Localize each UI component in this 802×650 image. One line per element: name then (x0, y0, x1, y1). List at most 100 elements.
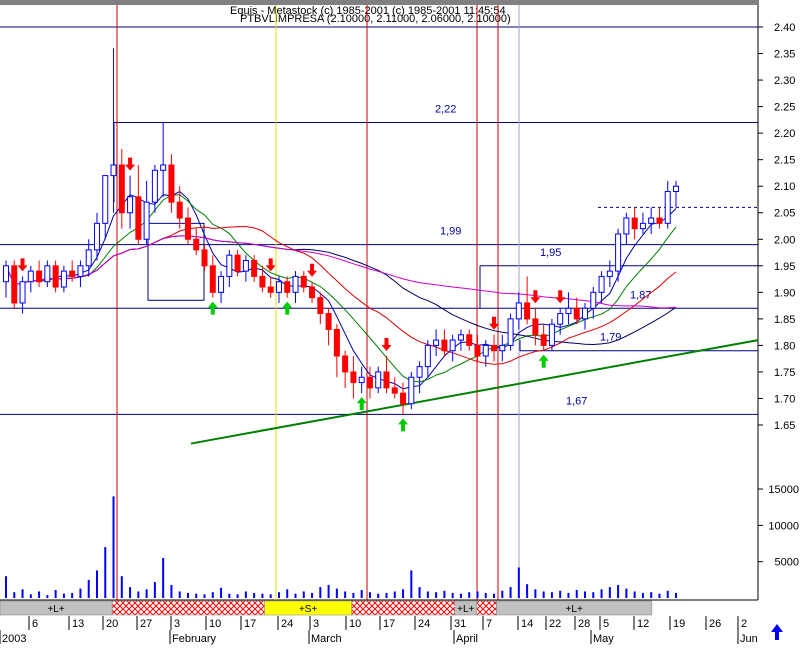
candle-body (573, 307, 580, 320)
level-label: 1,95 (540, 247, 561, 259)
candle-body (201, 249, 208, 267)
signal-band (476, 600, 497, 616)
month-label: March (311, 633, 342, 645)
y-tick-label: 2.40 (774, 22, 795, 34)
candle-body (383, 371, 390, 389)
x-tick-label: 2 (741, 618, 747, 630)
candle-body (515, 302, 522, 320)
level-label: 2,22 (435, 104, 456, 116)
candle-body (309, 286, 316, 299)
x-tick-label: 24 (418, 618, 430, 630)
candle-body (3, 265, 9, 283)
candle-body (259, 275, 266, 288)
chart-window: Equis - Metastock (c) 1985-2001 (c) 1985… (0, 0, 802, 645)
candle-body (433, 339, 440, 346)
candle-body (499, 344, 506, 352)
candle-body (27, 270, 34, 283)
candle-body (540, 334, 547, 346)
signal-band-label: +L+ (457, 604, 474, 615)
price-chart: Equis - Metastock (c) 1985-2001 (c) 1985… (0, 0, 802, 645)
y-tick-label: 2.10 (774, 181, 795, 193)
candle-body (590, 291, 597, 309)
candle-body (582, 307, 589, 320)
candle-body (184, 217, 191, 240)
x-tick-label: 17 (244, 618, 256, 630)
signal-band-label: +L+ (47, 604, 64, 615)
candle-body (160, 164, 167, 171)
candle-body (209, 265, 216, 293)
header-line2: PTBVLIMPRESA (2.10000, 2.11000, 2.06000,… (240, 13, 511, 25)
arrow-up-shape (771, 624, 783, 640)
y-tick-label: 1.75 (774, 367, 795, 379)
level-label: 1,67 (566, 395, 587, 407)
candle-body (267, 286, 274, 293)
x-tick-label: 14 (521, 618, 533, 630)
candle-body (557, 313, 564, 325)
candle-body (598, 275, 605, 293)
x-tick-label: 10 (349, 618, 361, 630)
x-tick-label: 5 (603, 618, 609, 630)
y-tick-label: 1.80 (774, 340, 795, 352)
volume-tick-label: 15000 (768, 484, 799, 496)
candle-body (375, 371, 382, 389)
x-tick-label: 6 (32, 618, 38, 630)
candle-body (482, 344, 489, 357)
candle-body (102, 175, 109, 224)
x-tick-label: 22 (549, 618, 561, 630)
candle-body (416, 366, 423, 378)
candle-body (400, 392, 407, 405)
candle-body (656, 217, 663, 224)
month-label: May (593, 633, 614, 645)
candle-body (251, 259, 258, 277)
y-tick-label: 1.85 (774, 314, 795, 326)
y-tick-label: 2.25 (774, 102, 795, 114)
candle-body (457, 334, 464, 341)
signal-band (351, 600, 456, 616)
candle-body (491, 344, 498, 352)
candle-body (168, 164, 175, 203)
candle-body (325, 313, 332, 330)
candle-body (110, 164, 117, 177)
candle-body (317, 297, 324, 315)
candle-body (85, 249, 92, 267)
x-tick-label: 31 (454, 618, 466, 630)
candle-body (532, 318, 539, 336)
y-tick-label: 2.00 (774, 234, 795, 246)
candle-body (639, 222, 646, 230)
candle-body (441, 339, 448, 352)
candle-body (565, 307, 572, 315)
y-tick-label: 1.95 (774, 261, 795, 273)
candle-body (135, 196, 142, 240)
candle-body (284, 281, 291, 293)
candle-body (449, 339, 456, 352)
level-label: 1,99 (440, 226, 461, 238)
candle-body (60, 270, 67, 288)
candle-body (44, 265, 51, 283)
month-label: Jun (740, 633, 758, 645)
candle-body (292, 275, 299, 293)
candle-body (366, 376, 373, 389)
month-label: 2003 (2, 633, 26, 645)
candle-body (524, 302, 531, 320)
candle-body (664, 191, 671, 224)
candle-body (77, 265, 84, 277)
candle-body (176, 201, 183, 219)
month-label: April (456, 633, 478, 645)
candle-body (358, 376, 365, 384)
candle-body (342, 355, 349, 373)
month-label: February (172, 633, 217, 645)
candle-body (193, 238, 200, 251)
arrow-up-icon[interactable] (768, 622, 786, 642)
candle-body (466, 334, 473, 346)
y-tick-label: 2.15 (774, 155, 795, 167)
candle-body (507, 318, 514, 346)
candle-body (474, 344, 481, 357)
x-tick-label: 3 (174, 618, 180, 630)
y-tick-label: 2.35 (774, 49, 795, 61)
x-tick-label: 26 (709, 618, 721, 630)
candle-body (673, 185, 679, 193)
x-tick-label: 10 (209, 618, 221, 630)
candle-body (118, 164, 125, 214)
y-tick-label: 2.05 (774, 208, 795, 220)
candle-body (234, 254, 241, 272)
